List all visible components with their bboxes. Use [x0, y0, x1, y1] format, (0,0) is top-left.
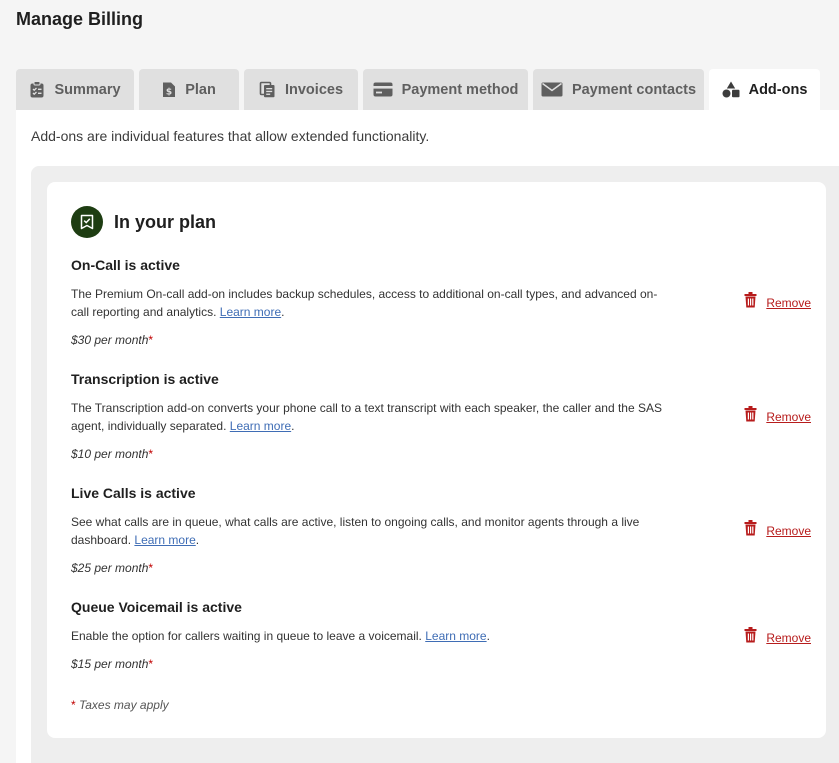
trash-icon: [744, 406, 757, 427]
remove-label: Remove: [766, 409, 811, 424]
trash-icon: [744, 292, 757, 313]
tax-asterisk: *: [148, 561, 154, 575]
tab-payment-contacts[interactable]: Payment contacts: [533, 69, 704, 110]
footnote-asterisk: *: [71, 698, 76, 712]
tab-add-ons-label: Add-ons: [748, 81, 808, 98]
remove-button[interactable]: Remove: [744, 627, 811, 648]
learn-more-link[interactable]: Learn more: [425, 629, 486, 643]
remove-button[interactable]: Remove: [744, 406, 811, 427]
intro-text: Add-ons are individual features that all…: [31, 128, 430, 144]
addon-description: The Transcription add-on converts your p…: [71, 399, 667, 435]
remove-label: Remove: [766, 523, 811, 538]
taxes-footnote: * Taxes may apply: [71, 698, 169, 712]
svg-text:$: $: [166, 88, 172, 98]
page-title: Manage Billing: [16, 9, 144, 29]
bookmark-check-icon: [71, 206, 103, 238]
learn-more-link[interactable]: Learn more: [230, 419, 291, 433]
tab-payment-method-label: Payment method: [401, 81, 519, 98]
addon-description: The Premium On-call add-on includes back…: [71, 285, 667, 321]
addon-description: See what calls are in queue, what calls …: [71, 513, 667, 549]
envelope-icon: [541, 82, 563, 97]
card-title: In your plan: [114, 211, 217, 232]
add-ons-content: Add-ons are individual features that all…: [16, 110, 839, 763]
tab-payment-contacts-label: Payment contacts: [571, 81, 697, 98]
tax-asterisk: *: [148, 447, 154, 461]
price-text: $30 per month: [71, 333, 149, 347]
addon-description-text: Enable the option for callers waiting in…: [71, 629, 422, 643]
addon-item-on-call: On-Call is active The Premium On-call ad…: [71, 257, 811, 347]
price-text: $25 per month: [71, 561, 149, 575]
learn-more-link[interactable]: Learn more: [220, 305, 281, 319]
addon-name: Queue Voicemail is active: [71, 599, 242, 615]
tab-invoices[interactable]: Invoices: [244, 69, 358, 110]
tab-payment-method[interactable]: Payment method: [363, 69, 528, 110]
in-your-plan-card: In your plan On-Call is active The Premi…: [47, 182, 826, 738]
description-suffix: .: [195, 533, 200, 547]
tab-add-ons[interactable]: Add-ons: [709, 69, 820, 110]
remove-label: Remove: [766, 630, 811, 645]
tab-invoices-label: Invoices: [284, 81, 344, 98]
credit-card-icon: [373, 82, 393, 97]
trash-icon: [744, 627, 757, 648]
remove-label: Remove: [766, 295, 811, 310]
shapes-icon: [722, 81, 740, 98]
learn-more-link[interactable]: Learn more: [134, 533, 195, 547]
addon-item-live-calls: Live Calls is active See what calls are …: [71, 485, 811, 575]
description-suffix: .: [486, 629, 490, 643]
footnote-text: Taxes may apply: [79, 698, 169, 712]
addon-item-queue-voicemail: Queue Voicemail is active Enable the opt…: [71, 599, 811, 671]
remove-button[interactable]: Remove: [744, 520, 811, 541]
billing-tabs: Summary $ Plan Invoices Payment method P…: [16, 69, 820, 110]
addon-name: On-Call is active: [71, 257, 180, 273]
addon-price: $25 per month*: [71, 561, 811, 575]
trash-icon: [744, 520, 757, 541]
addon-item-transcription: Transcription is active The Transcriptio…: [71, 371, 811, 461]
tab-plan[interactable]: $ Plan: [139, 69, 239, 110]
price-text: $15 per month: [71, 657, 149, 671]
card-header: In your plan: [71, 206, 216, 238]
addon-price: $15 per month*: [71, 657, 811, 671]
addon-name: Transcription is active: [71, 371, 219, 387]
addon-description-text: The Premium On-call add-on includes back…: [71, 287, 658, 319]
clipboard-icon: [29, 81, 45, 98]
price-text: $10 per month: [71, 447, 149, 461]
tax-asterisk: *: [148, 333, 154, 347]
tab-plan-label: Plan: [185, 81, 216, 98]
document-dollar-icon: $: [162, 81, 176, 98]
tab-summary-label: Summary: [54, 81, 121, 98]
description-suffix: .: [291, 419, 295, 433]
addon-description-text: The Transcription add-on converts your p…: [71, 401, 662, 433]
add-ons-panel: In your plan On-Call is active The Premi…: [31, 166, 839, 763]
addon-name: Live Calls is active: [71, 485, 196, 501]
addon-price: $10 per month*: [71, 447, 811, 461]
tab-summary[interactable]: Summary: [16, 69, 134, 110]
addon-description: Enable the option for callers waiting in…: [71, 627, 667, 645]
addon-price: $30 per month*: [71, 333, 811, 347]
description-suffix: .: [281, 305, 285, 319]
remove-button[interactable]: Remove: [744, 292, 811, 313]
tax-asterisk: *: [148, 657, 154, 671]
copy-documents-icon: [259, 81, 276, 98]
